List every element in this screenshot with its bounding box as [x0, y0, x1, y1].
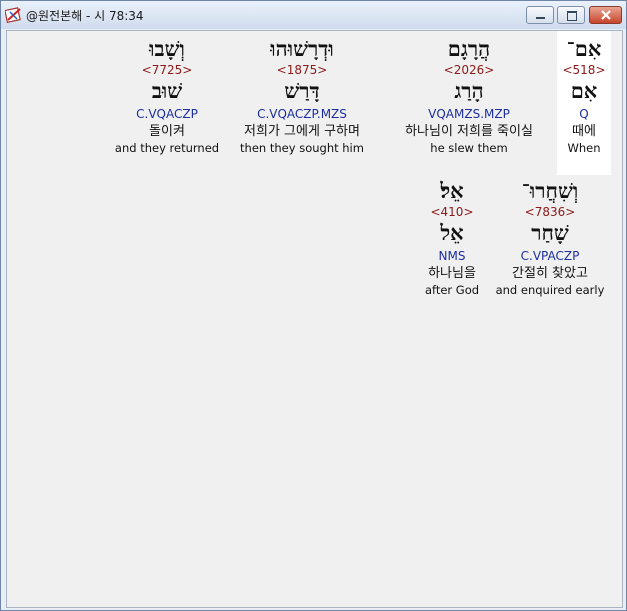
word-block[interactable]: אִם־ <518> אִם Q 때에 When: [557, 31, 611, 175]
english-gloss: When: [567, 141, 601, 155]
word-block[interactable]: וּדְרָשׁוּהוּ <1875> דָּרַשׁ C.VQACZP.MZ…: [232, 36, 372, 156]
korean-gloss: 하나님이 저희를 죽이실: [405, 124, 533, 139]
minimize-icon: [536, 17, 545, 19]
korean-gloss: 하나님을: [428, 266, 476, 281]
korean-gloss: 저희가 그에게 구하며: [244, 124, 360, 139]
english-gloss: then they sought him: [240, 141, 364, 155]
hebrew-word: וְשָׁבוּ: [149, 36, 185, 61]
hebrew-word: אִם־: [566, 36, 602, 61]
lemma: אֵל: [440, 220, 464, 245]
lemma: הָרַג: [454, 78, 484, 103]
english-gloss: and enquired early: [495, 283, 605, 297]
strong-number[interactable]: <7725>: [113, 63, 221, 77]
lemma: שׁוּב: [151, 78, 183, 103]
english-gloss: he slew them: [430, 141, 508, 155]
parsing-code: C.VQACZP.MZS: [257, 107, 347, 121]
app-window: @원전본해 - 시 78:34 אִם־ <518> אִם Q 때에 When…: [0, 0, 627, 611]
parsing-code: C.VQACZP: [136, 107, 198, 121]
title-bar[interactable]: @원전본해 - 시 78:34: [1, 1, 626, 29]
parsing-code: NMS: [438, 249, 466, 263]
hebrew-word: הֲרָגָם: [447, 36, 491, 61]
english-gloss: and they returned: [114, 141, 220, 155]
word-block[interactable]: הֲרָגָם <2026> הָרַג VQAMZS.MZP 하나님이 저희를…: [389, 36, 549, 156]
strong-number[interactable]: <2026>: [389, 63, 549, 77]
strong-number[interactable]: <410>: [417, 205, 487, 219]
english-gloss: after God: [424, 283, 480, 297]
lemma: דָּרַשׁ: [284, 78, 320, 103]
parsing-code: VQAMZS.MZP: [428, 107, 510, 121]
close-button[interactable]: [589, 6, 622, 24]
strong-number[interactable]: <518>: [557, 63, 611, 77]
hebrew-word: וְשִׁחֲרוּ־: [521, 178, 579, 203]
close-icon: [601, 10, 611, 20]
word-block[interactable]: אֵל׃ <410> אֵל NMS 하나님을 after God: [417, 178, 487, 298]
lemma: שָׁחַר: [531, 220, 569, 245]
parsing-code: C.VPACZP: [520, 249, 580, 263]
maximize-icon: [567, 11, 577, 21]
bible-tool-icon: [5, 7, 21, 24]
strong-number[interactable]: <7836>: [494, 205, 606, 219]
word-block[interactable]: וְשָׁבוּ <7725> שׁוּב C.VQACZP 돌이켜 and t…: [113, 36, 221, 156]
korean-gloss: 돌이켜: [149, 124, 185, 139]
interlinear-panel[interactable]: אִם־ <518> אִם Q 때에 When הֲרָגָם <2026> …: [6, 30, 623, 608]
hebrew-word: אֵל׃: [440, 178, 464, 203]
maximize-button[interactable]: [557, 6, 585, 24]
window-title: @원전본해 - 시 78:34: [26, 9, 144, 23]
korean-gloss: 간절히 찾았고: [512, 266, 588, 281]
parsing-code: Q: [579, 107, 589, 121]
hebrew-word: וּדְרָשׁוּהוּ: [270, 36, 334, 61]
minimize-button[interactable]: [526, 6, 554, 24]
korean-gloss: 때에: [572, 124, 596, 139]
word-block[interactable]: וְשִׁחֲרוּ־ <7836> שָׁחַר C.VPACZP 간절히 찾…: [494, 178, 606, 298]
lemma: אִם: [570, 78, 598, 103]
strong-number[interactable]: <1875>: [232, 63, 372, 77]
